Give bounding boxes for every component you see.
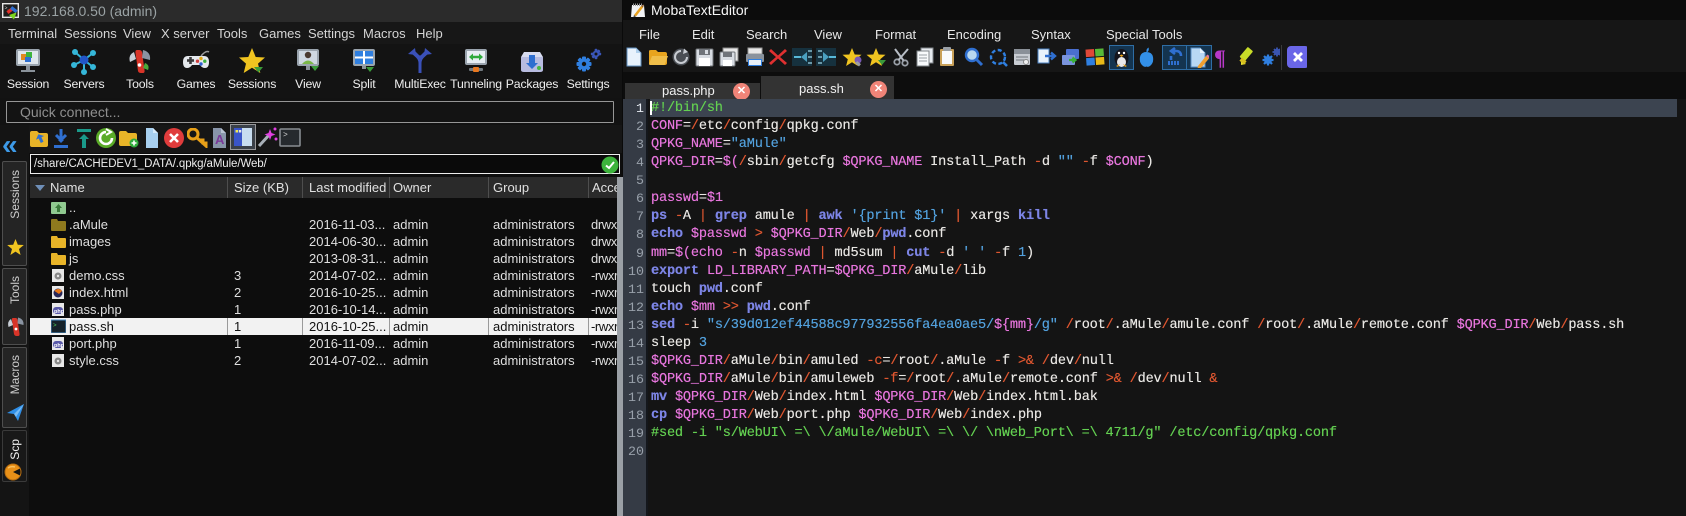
svg-text:>: > [53,322,57,329]
svg-text:A: A [215,132,225,147]
svg-text:php: php [54,343,65,349]
svg-text:>: > [283,131,288,140]
svg-text:php: php [54,309,65,315]
svg-text:¶: ¶ [1214,46,1226,68]
